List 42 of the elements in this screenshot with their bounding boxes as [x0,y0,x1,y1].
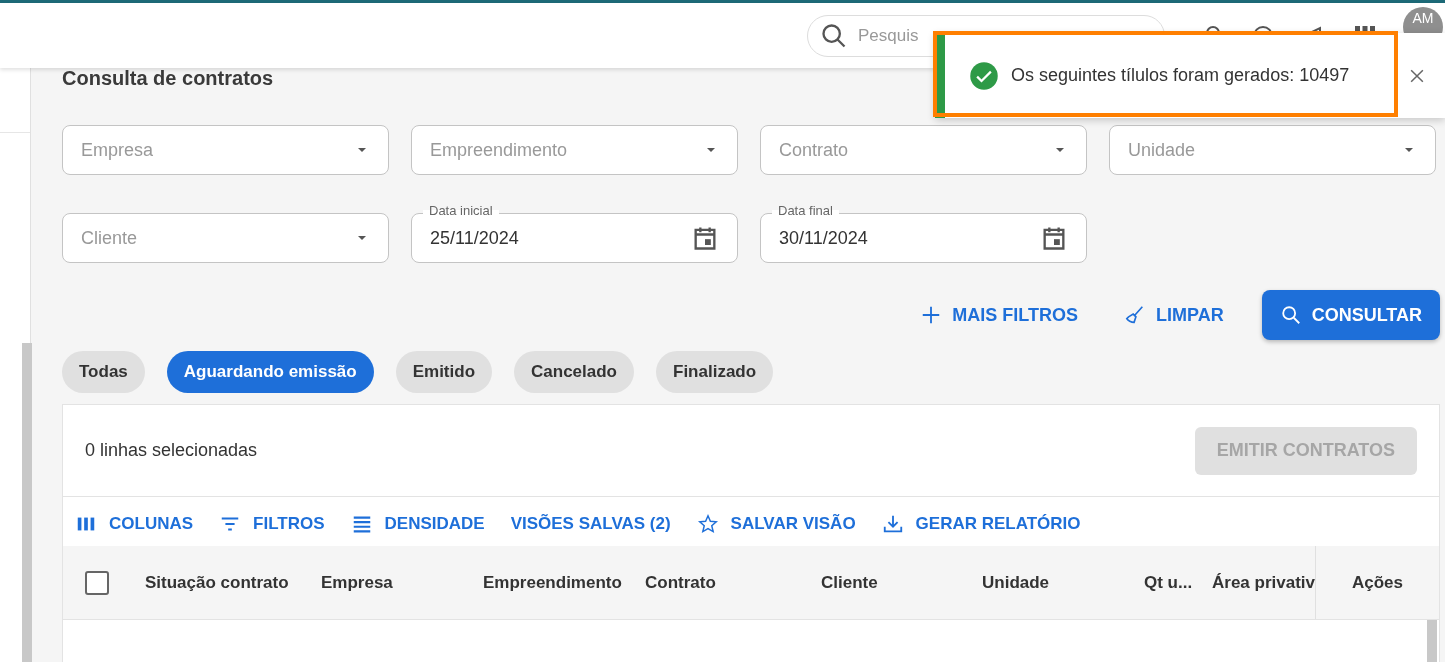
column-header[interactable]: Situação contrato [145,572,321,593]
column-header[interactable]: Empreendimento [483,572,645,593]
status-chip[interactable]: Cancelado [514,351,634,393]
field-label: Data final [772,203,839,218]
more-filters-button[interactable]: MAIS FILTROS [912,298,1086,332]
column-header[interactable]: Área privativ [1212,572,1315,593]
toolbar-button[interactable]: COLUNAS [67,507,202,541]
toolbar-button[interactable]: VISÕES SALVAS (2) [502,507,679,541]
clear-button[interactable]: LIMPAR [1116,298,1232,332]
status-chip[interactable]: Aguardando emissão [166,351,374,393]
select-field[interactable]: Cliente [62,213,389,263]
column-header[interactable]: Unidade [982,572,1144,593]
download-icon [881,513,904,535]
select-field[interactable]: Unidade [1109,125,1436,175]
column-header[interactable]: Empresa [321,572,483,593]
select-field[interactable]: Empresa [62,125,389,175]
scrollbar [1427,620,1437,662]
search-button[interactable]: CONSULTAR [1261,290,1440,340]
status-chip[interactable]: Emitido [395,351,493,393]
column-header: Ações [1315,546,1439,619]
search-icon [820,21,848,50]
checkbox[interactable] [85,570,109,595]
select-field[interactable]: Empreendimento [411,125,738,175]
broom-icon [1124,304,1146,326]
status-chip[interactable]: Finalizado [656,351,774,393]
select-field[interactable]: Contrato [760,125,1087,175]
column-header[interactable]: Contrato [645,572,821,593]
field-label: Data inicial [423,203,499,218]
search-placeholder: Pesquis [858,25,919,46]
toast-message: Os seguintes tílulos foram gerados: 10497 [1011,65,1351,86]
status-chip[interactable]: Todas [62,351,145,393]
column-header[interactable]: Cliente [821,572,982,593]
search-icon [1279,304,1302,326]
toolbar-button[interactable]: FILTROS [211,507,333,541]
star-icon [696,513,719,535]
column-header[interactable]: Qt u... [1144,572,1212,593]
toolbar-button[interactable]: SALVAR VISÃO [688,507,864,541]
page-title: Consulta de contratos [62,66,274,91]
selection-count: 0 linhas selecionadas [85,440,258,461]
toolbar-button[interactable]: DENSIDADE [342,507,493,541]
toolbar-button[interactable]: GERAR RELATÓRIO [873,507,1089,541]
check-circle-icon [969,60,999,91]
